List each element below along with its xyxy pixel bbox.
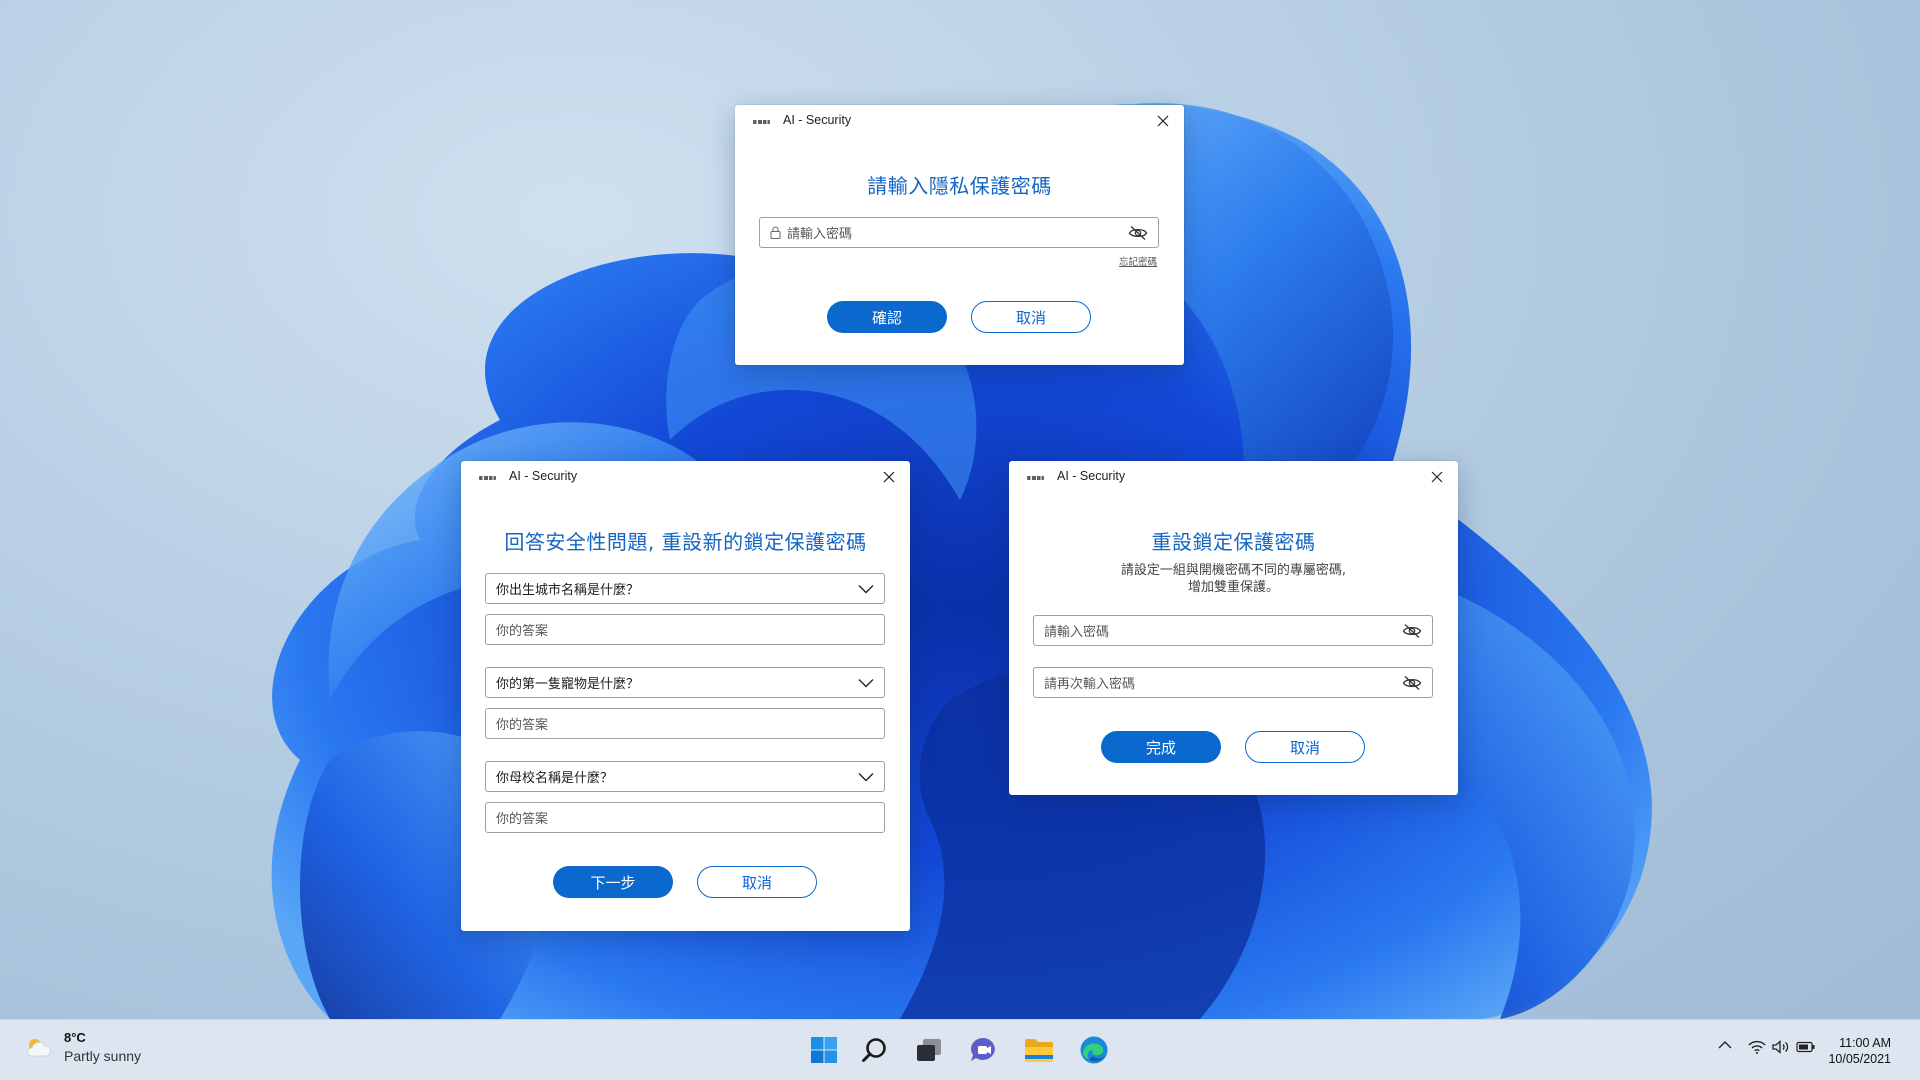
question-1-text: 你出生城市名稱是什麼？ <box>496 583 640 598</box>
hide-password-icon[interactable] <box>1402 675 1422 691</box>
answer-3-placeholder: 你的答案 <box>496 812 549 827</box>
confirm-password-field[interactable]: 請再次輸入密碼 <box>1033 667 1433 698</box>
window-title: AI - Security <box>1057 469 1126 483</box>
new-password-placeholder: 請輸入密碼 <box>1044 625 1110 640</box>
title-bar: AI - Security <box>1009 461 1458 493</box>
dialog-description: 請設定一組與開機密碼不同的專屬密碼, 增加雙重保護。 <box>1009 562 1458 596</box>
show-hidden-icons-chevron[interactable] <box>1718 1040 1732 1050</box>
confirm-password-placeholder: 請再次輸入密碼 <box>1044 677 1136 692</box>
password-placeholder: 請輸入密碼 <box>787 227 853 242</box>
window-title: AI - Security <box>509 469 578 483</box>
asus-logo-icon <box>753 120 770 124</box>
privacy-password-dialog: AI - Security 請輸入隱私保護密碼 請輸入密碼 忘記密碼 確認 取消 <box>735 105 1184 365</box>
description-line-2: 增加雙重保護。 <box>1187 580 1279 595</box>
next-button[interactable]: 下一步 <box>553 866 673 898</box>
chat-icon[interactable] <box>967 1033 1001 1067</box>
hide-password-icon[interactable] <box>1402 623 1422 639</box>
weather-widget[interactable]: 8°C Partly sunny <box>24 1030 141 1064</box>
forgot-password-link[interactable]: 忘記密碼 <box>1119 254 1157 268</box>
chevron-down-icon <box>858 678 874 687</box>
dialog-heading: 回答安全性問題, 重設新的鎖定保護密碼 <box>504 530 867 554</box>
answer-1-placeholder: 你的答案 <box>496 624 549 639</box>
lock-icon <box>770 226 781 239</box>
asus-logo-icon <box>479 476 496 480</box>
close-icon <box>883 471 895 483</box>
dialog-heading: 請輸入隱私保護密碼 <box>867 174 1052 198</box>
taskbar: 8°C Partly sunny 11:00 AM 10/05/2021 <box>0 1019 1920 1080</box>
question-select-1[interactable]: 你出生城市名稱是什麼？ <box>485 573 885 604</box>
dialog-heading: 重設鎖定保護密碼 <box>1151 530 1316 554</box>
search-icon[interactable] <box>858 1033 892 1067</box>
weather-condition: Partly sunny <box>64 1048 142 1064</box>
close-icon <box>1157 115 1169 127</box>
question-select-3[interactable]: 你母校名稱是什麼？ <box>485 761 885 792</box>
system-tray[interactable] <box>1748 1040 1816 1054</box>
partly-sunny-icon <box>27 1039 51 1057</box>
close-button[interactable] <box>1426 466 1448 488</box>
battery-icon <box>1796 1041 1815 1053</box>
answer-2-placeholder: 你的答案 <box>496 718 549 733</box>
cancel-button[interactable]: 取消 <box>1245 731 1365 763</box>
weather-temperature: 8°C <box>64 1030 86 1045</box>
cancel-button[interactable]: 取消 <box>971 301 1091 333</box>
answer-field-1[interactable]: 你的答案 <box>485 614 885 645</box>
window-title: AI - Security <box>783 113 852 127</box>
security-questions-dialog: AI - Security 回答安全性問題, 重設新的鎖定保護密碼 你出生城市名… <box>461 461 910 931</box>
confirm-button[interactable]: 確認 <box>827 301 947 333</box>
chevron-down-icon <box>858 772 874 781</box>
clock-time: 11:00 AM <box>1839 1036 1891 1050</box>
close-button[interactable] <box>1152 110 1174 132</box>
clock-date: 10/05/2021 <box>1828 1052 1891 1066</box>
question-select-2[interactable]: 你的第一隻寵物是什麼？ <box>485 667 885 698</box>
reset-password-dialog: AI - Security 重設鎖定保護密碼 請設定一組與開機密碼不同的專屬密碼… <box>1009 461 1458 795</box>
system-clock[interactable]: 11:00 AM 10/05/2021 <box>1828 1035 1891 1067</box>
chevron-down-icon <box>858 584 874 593</box>
password-field[interactable]: 請輸入密碼 <box>759 217 1159 248</box>
asus-logo-icon <box>1027 476 1044 480</box>
wifi-icon <box>1748 1040 1766 1054</box>
edge-browser-icon[interactable] <box>1077 1033 1111 1067</box>
cancel-button[interactable]: 取消 <box>697 866 817 898</box>
question-2-text: 你的第一隻寵物是什麼？ <box>496 677 640 692</box>
done-button[interactable]: 完成 <box>1101 731 1221 763</box>
title-bar: AI - Security <box>735 105 1184 137</box>
windows-start-icon[interactable] <box>807 1033 841 1067</box>
hide-password-icon[interactable] <box>1128 225 1148 241</box>
description-line-1: 請設定一組與開機密碼不同的專屬密碼, <box>1120 563 1347 578</box>
close-icon <box>1431 471 1443 483</box>
task-view-icon[interactable] <box>912 1033 946 1067</box>
title-bar: AI - Security <box>461 461 910 493</box>
answer-field-2[interactable]: 你的答案 <box>485 708 885 739</box>
answer-field-3[interactable]: 你的答案 <box>485 802 885 833</box>
chevron-up-icon <box>1718 1041 1732 1049</box>
file-explorer-icon[interactable] <box>1022 1033 1056 1067</box>
new-password-field[interactable]: 請輸入密碼 <box>1033 615 1433 646</box>
close-button[interactable] <box>878 466 900 488</box>
volume-icon <box>1772 1040 1789 1054</box>
question-3-text: 你母校名稱是什麼？ <box>496 771 614 786</box>
